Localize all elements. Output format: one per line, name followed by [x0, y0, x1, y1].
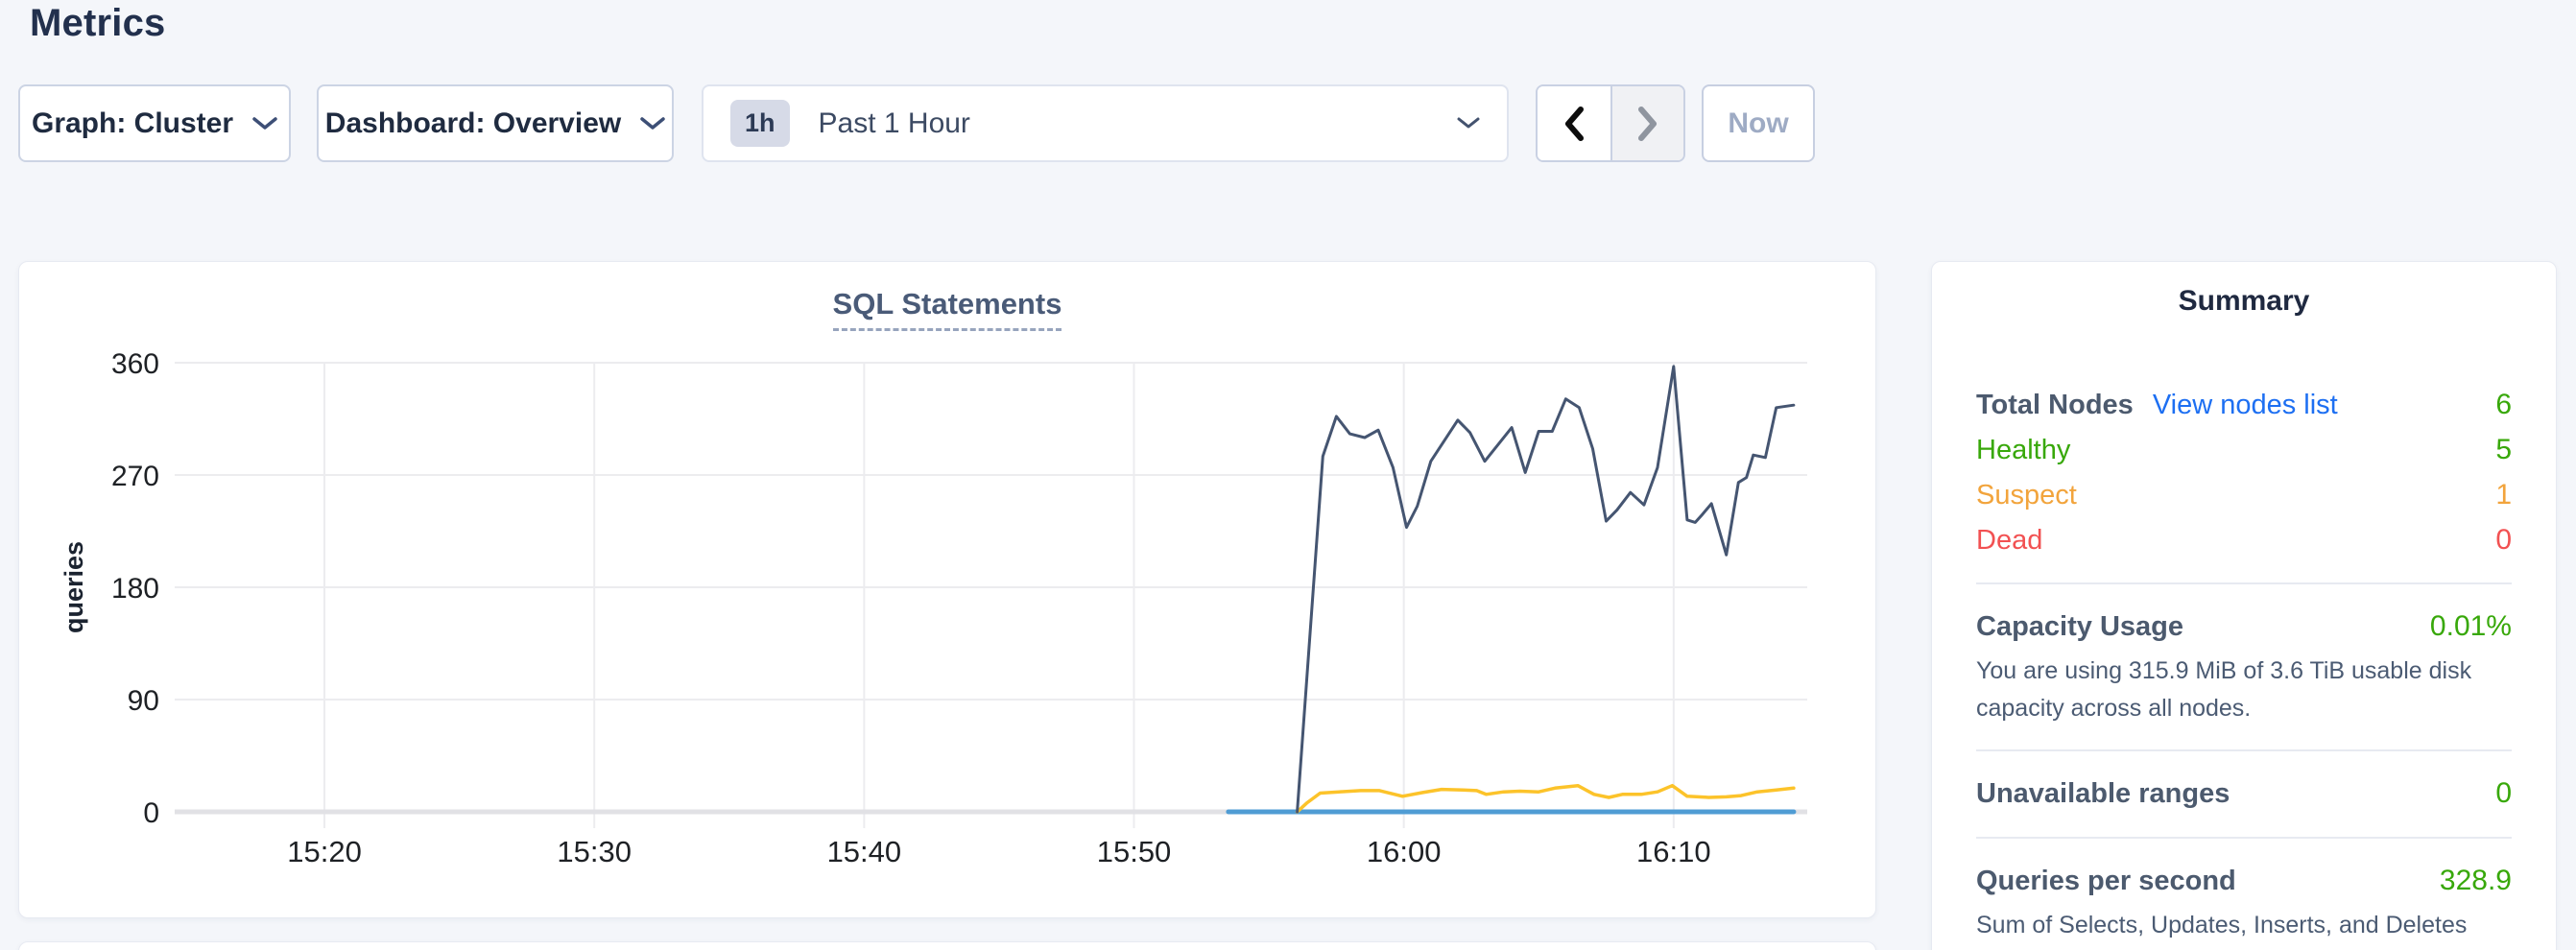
- x-tick-label: 15:40: [827, 835, 902, 868]
- time-range-badge: 1h: [730, 100, 790, 147]
- chart-title[interactable]: SQL Statements: [833, 287, 1062, 331]
- y-tick-label: 0: [143, 797, 159, 829]
- now-button[interactable]: Now: [1702, 84, 1815, 162]
- dashboard-select[interactable]: Dashboard: Overview: [317, 84, 674, 162]
- queries-per-second-label: Queries per second: [1976, 866, 2236, 897]
- y-axis-label: queries: [60, 541, 88, 633]
- unavailable-ranges-label: Unavailable ranges: [1976, 778, 2230, 810]
- suspect-label: Suspect: [1976, 480, 2077, 511]
- healthy-value: 5: [2495, 434, 2512, 466]
- metrics-page: Metrics Graph: Cluster Dashboard: Overvi…: [0, 0, 2576, 950]
- x-tick-label: 16:00: [1367, 835, 1442, 868]
- time-range-label: Past 1 Hour: [819, 107, 970, 140]
- dead-value: 0: [2495, 524, 2512, 557]
- sql-statements-chart[interactable]: 15:20 15:30 15:40 15:50 16:00 16:10 0 90 180 270 3…: [19, 262, 1877, 919]
- summary-divider: [1976, 837, 2512, 839]
- summary-divider: [1976, 582, 2512, 584]
- chevron-right-icon: [1637, 107, 1658, 141]
- chart-title-row: SQL Statements: [19, 287, 1875, 331]
- time-step-group: [1536, 84, 1685, 162]
- sql-statements-card: 15:20 15:30 15:40 15:50 16:00 16:10 0 90 180 270 3…: [18, 261, 1876, 918]
- graph-select[interactable]: Graph: Cluster: [18, 84, 291, 162]
- y-tick-label: 360: [111, 348, 159, 380]
- toolbar: Graph: Cluster Dashboard: Overview 1h Pa…: [18, 84, 1815, 162]
- capacity-usage-caption: You are using 315.9 MiB of 3.6 TiB usabl…: [1976, 653, 2512, 727]
- chevron-down-icon: [252, 116, 277, 131]
- suspect-value: 1: [2495, 479, 2512, 511]
- y-tick-label: 90: [128, 685, 159, 717]
- page-title: Metrics: [30, 2, 165, 45]
- x-tick-label: 15:50: [1097, 835, 1172, 868]
- healthy-nodes-row: Healthy 5: [1976, 429, 2512, 471]
- total-nodes-row: Total Nodes View nodes list 6: [1976, 384, 2512, 426]
- x-tick-label: 16:10: [1636, 835, 1711, 868]
- y-tick-label: 270: [111, 461, 159, 492]
- dead-label: Dead: [1976, 525, 2042, 557]
- next-chart-card-partial: [18, 941, 1876, 950]
- unavailable-ranges-row: Unavailable ranges 0: [1976, 772, 2512, 815]
- capacity-usage-row: Capacity Usage 0.01%: [1976, 606, 2512, 648]
- x-tick-label: 15:30: [557, 835, 632, 868]
- queries-per-second-value: 328.9: [2440, 865, 2512, 897]
- graph-select-label: Graph: Cluster: [32, 107, 233, 140]
- time-forward-button[interactable]: [1610, 86, 1683, 160]
- time-back-button[interactable]: [1538, 86, 1610, 160]
- summary-title: Summary: [1976, 285, 2512, 318]
- healthy-label: Healthy: [1976, 435, 2070, 466]
- x-tick-label: 15:20: [287, 835, 362, 868]
- view-nodes-list-link[interactable]: View nodes list: [2153, 390, 2338, 421]
- time-range-select[interactable]: 1h Past 1 Hour: [702, 84, 1509, 162]
- queries-per-second-caption: Sum of Selects, Updates, Inserts, and De…: [1976, 907, 2512, 950]
- capacity-usage-value: 0.01%: [2430, 610, 2512, 643]
- chart-line-navy: [1298, 367, 1794, 812]
- chevron-down-icon: [1457, 116, 1480, 131]
- chevron-down-icon: [640, 116, 665, 131]
- total-nodes-label: Total Nodes: [1976, 390, 2134, 421]
- summary-panel: Summary Total Nodes View nodes list 6 He…: [1931, 261, 2557, 950]
- y-tick-label: 180: [111, 573, 159, 605]
- capacity-usage-label: Capacity Usage: [1976, 611, 2183, 643]
- queries-per-second-row: Queries per second 328.9: [1976, 860, 2512, 902]
- unavailable-ranges-value: 0: [2495, 777, 2512, 810]
- total-nodes-value: 6: [2495, 389, 2512, 421]
- suspect-nodes-row: Suspect 1: [1976, 474, 2512, 516]
- chart-line-yellow: [1298, 786, 1794, 812]
- summary-divider: [1976, 749, 2512, 751]
- dashboard-select-label: Dashboard: Overview: [325, 107, 621, 140]
- chevron-left-icon: [1563, 107, 1585, 141]
- dead-nodes-row: Dead 0: [1976, 519, 2512, 561]
